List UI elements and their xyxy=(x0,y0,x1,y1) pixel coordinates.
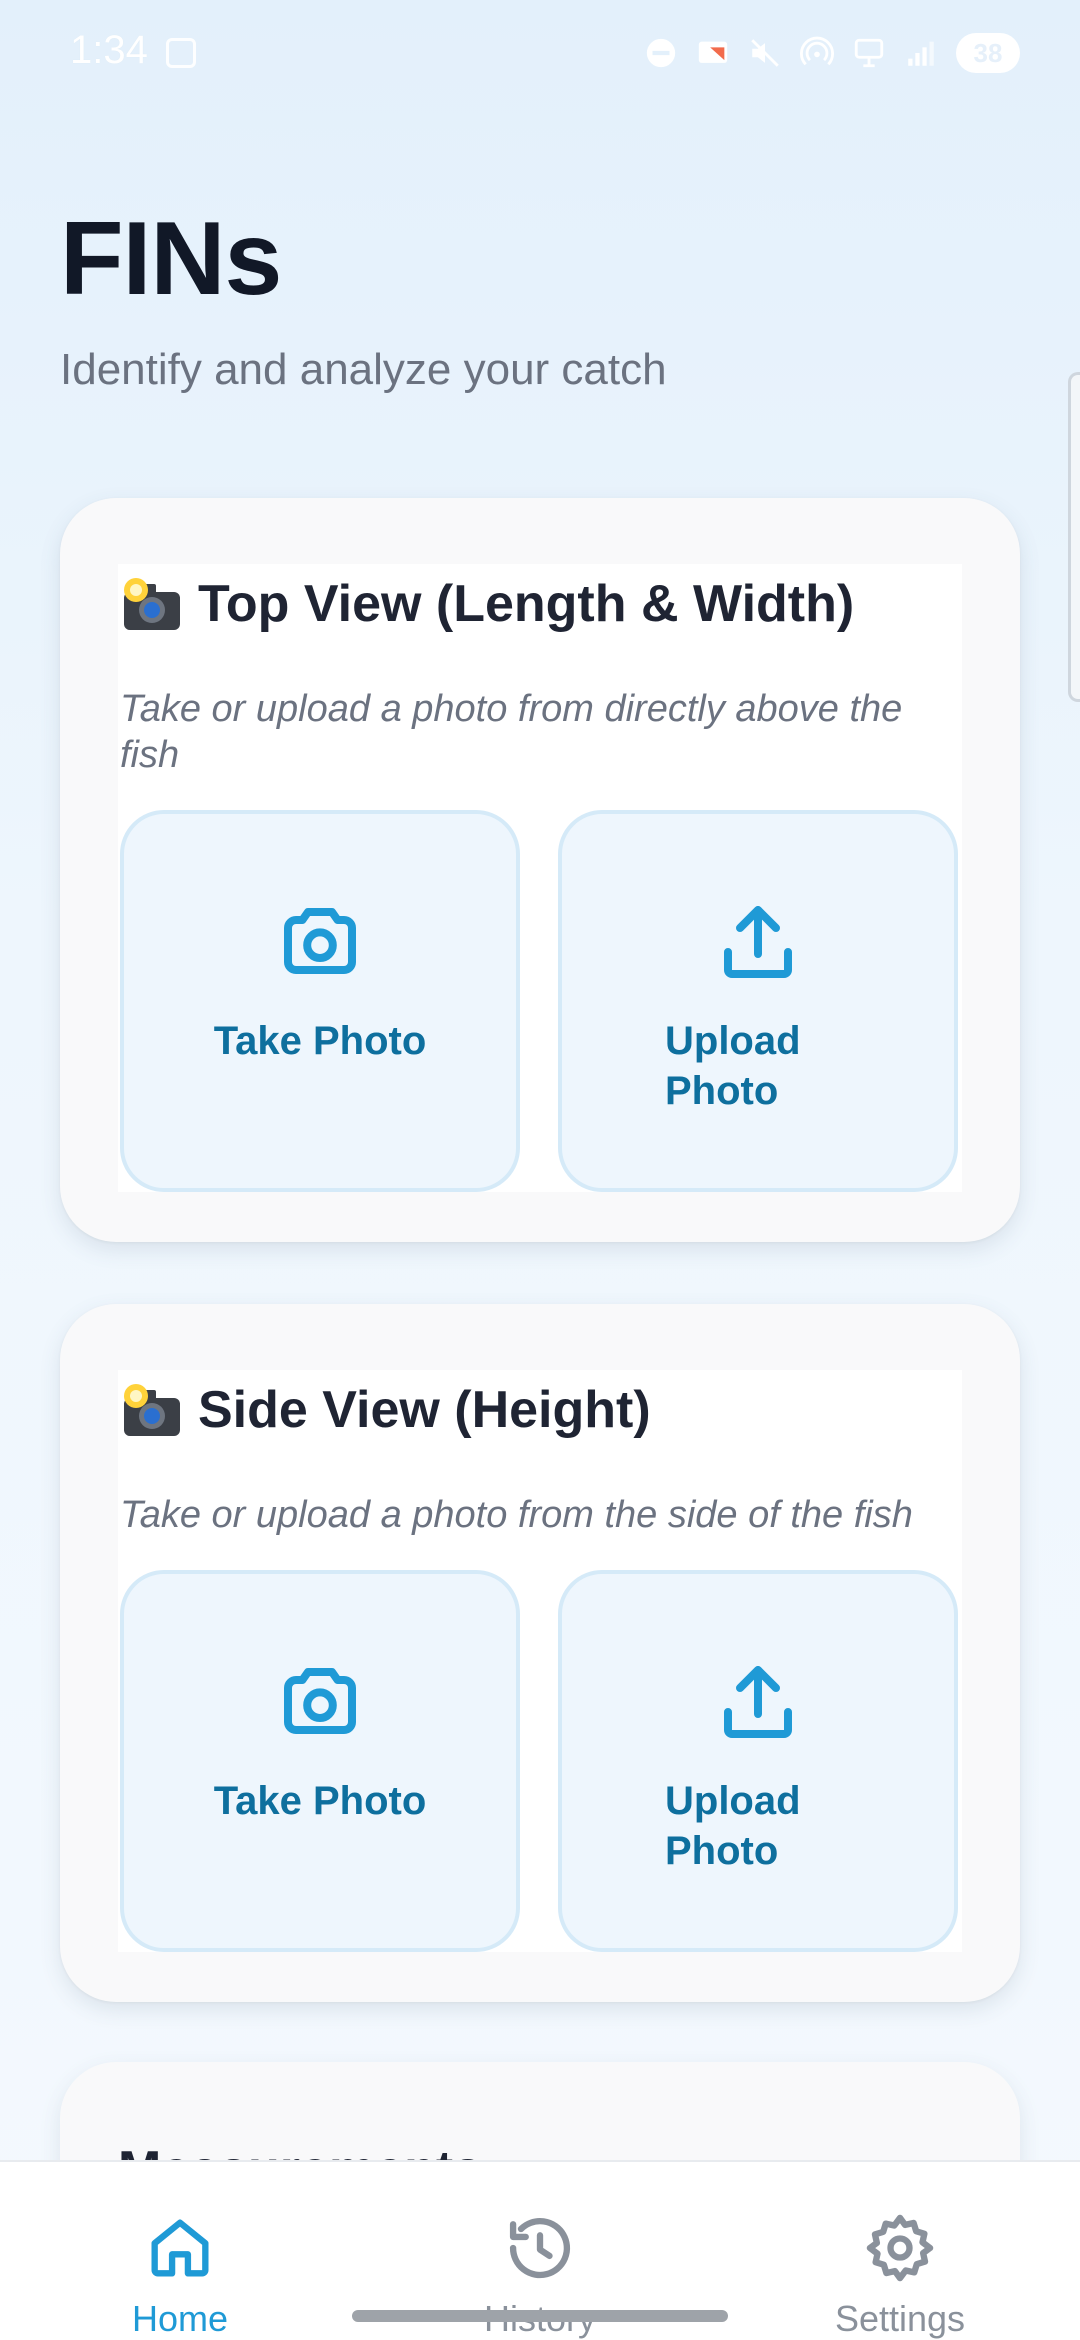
card-description: Take or upload a photo from directly abo… xyxy=(120,688,903,776)
upload-icon xyxy=(724,906,792,978)
cast-icon xyxy=(698,41,728,63)
mute-icon xyxy=(751,39,779,67)
data-icon xyxy=(854,38,884,68)
camera-icon xyxy=(284,908,356,974)
take-photo-label: Take Photo xyxy=(213,1019,427,1063)
nav-item-settings[interactable]: Settings xyxy=(780,2210,1020,2340)
take-photo-button[interactable]: Take Photo xyxy=(120,1570,520,1952)
photo-actions: Take Photo Upload Photo xyxy=(120,810,960,1192)
app-subtitle: Identify and analyze your catch xyxy=(60,345,667,394)
top-view-card: Top View (Length & Width) Take or upload… xyxy=(60,498,1020,1242)
status-bar: 1:34 38 xyxy=(0,0,1080,110)
app-title: FINs xyxy=(60,201,282,317)
gear-icon xyxy=(866,2214,934,2282)
hotspot-icon xyxy=(800,36,834,66)
upload-icon xyxy=(724,1666,792,1738)
status-icons: 38 xyxy=(644,30,1020,76)
do-not-disturb-icon xyxy=(646,38,676,68)
card-title-text: Side View (Height) xyxy=(198,1381,651,1439)
nav-item-home[interactable]: Home xyxy=(60,2210,300,2340)
upload-photo-button[interactable]: Upload Photo xyxy=(558,810,958,1192)
nav-label-home: Home xyxy=(131,2298,229,2339)
screenshot-icon xyxy=(166,38,196,68)
take-photo-button[interactable]: Take Photo xyxy=(120,810,520,1192)
upload-photo-label: Upload Photo xyxy=(665,1019,801,1113)
card-title: Top View (Length & Width) xyxy=(120,564,960,644)
camera-flash-icon xyxy=(124,1384,180,1436)
gesture-bar[interactable] xyxy=(352,2310,728,2322)
upload-photo-button[interactable]: Upload Photo xyxy=(558,1570,958,1952)
card-title: Side View (Height) xyxy=(120,1370,960,1450)
edge-panel-handle[interactable] xyxy=(1068,372,1080,702)
status-time: 1:34 xyxy=(70,28,148,72)
card-title-text: Top View (Length & Width) xyxy=(198,575,855,633)
battery-indicator: 38 xyxy=(956,33,1020,73)
upload-photo-label: Upload Photo xyxy=(665,1779,801,1873)
nav-label-settings: Settings xyxy=(834,2298,966,2339)
take-photo-label: Take Photo xyxy=(213,1779,427,1823)
signal-icon xyxy=(908,41,934,66)
camera-flash-icon xyxy=(124,578,180,630)
photo-actions: Take Photo Upload Photo xyxy=(120,1570,960,1952)
home-icon xyxy=(151,2219,209,2277)
card-description: Take or upload a photo from the side of … xyxy=(120,1494,913,1536)
side-view-card: Side View (Height) Take or upload a phot… xyxy=(60,1304,1020,2002)
history-icon xyxy=(509,2217,571,2279)
camera-icon xyxy=(284,1668,356,1734)
